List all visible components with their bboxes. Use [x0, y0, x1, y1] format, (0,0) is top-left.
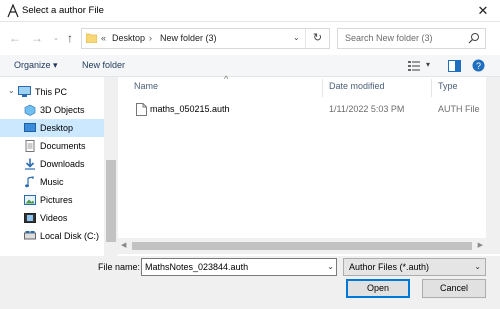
- desktop-icon: [24, 123, 36, 132]
- pictures-icon: [24, 195, 36, 205]
- recent-locations-button[interactable]: ⌄: [49, 31, 63, 45]
- pc-icon: [18, 86, 31, 97]
- refresh-button[interactable]: ↻: [305, 29, 329, 48]
- file-name-value[interactable]: MathsNotes_023844.auth: [145, 262, 248, 272]
- sidebar-item-music[interactable]: Music: [0, 173, 104, 191]
- file-icon: [136, 103, 147, 116]
- sidebar-item-label: Pictures: [40, 195, 73, 205]
- sidebar-item-this-pc[interactable]: ⌄ This PC: [0, 83, 104, 101]
- chevron-down-icon[interactable]: ⌄: [474, 262, 481, 271]
- file-type: AUTH File: [438, 104, 480, 114]
- column-header-name[interactable]: Name: [134, 81, 158, 91]
- file-row[interactable]: maths_050215.auth 1/11/2022 5:03 PM AUTH…: [134, 101, 484, 119]
- sidebar-item-label: Downloads: [40, 159, 85, 169]
- file-name: maths_050215.auth: [150, 104, 230, 114]
- breadcrumb-separator: ›: [149, 33, 152, 43]
- file-type-select[interactable]: Author Files (*.auth) ⌄: [343, 258, 486, 276]
- scroll-left-icon[interactable]: ◀: [121, 241, 126, 249]
- search-placeholder[interactable]: Search New folder (3): [345, 33, 433, 43]
- breadcrumb-overflow[interactable]: «: [101, 33, 106, 43]
- navigation-bar: ← → ⌄ ↑ « Desktop › New folder (3) ⌄ ↻ S…: [0, 22, 500, 55]
- preview-pane-icon[interactable]: [448, 60, 461, 72]
- svg-text:?: ?: [476, 61, 481, 71]
- file-name-field[interactable]: MathsNotes_023844.auth ⌄: [141, 258, 337, 276]
- column-divider[interactable]: [322, 79, 323, 97]
- search-box[interactable]: Search New folder (3): [337, 28, 486, 49]
- column-header-date[interactable]: Date modified: [329, 81, 385, 91]
- view-options-icon[interactable]: [407, 60, 421, 72]
- sidebar-item-label: Desktop: [40, 123, 74, 133]
- sidebar-item-label: Local Disk (C:): [40, 231, 100, 241]
- sidebar-item-label: Music: [40, 177, 64, 187]
- back-arrow-icon: ←: [9, 31, 21, 45]
- vertical-scrollbar[interactable]: [486, 77, 500, 254]
- sidebar-item-3d-objects[interactable]: 3D Objects: [0, 101, 104, 119]
- videos-icon: [24, 213, 36, 223]
- sidebar-item-pictures[interactable]: Pictures: [0, 191, 104, 209]
- forward-arrow-icon: →: [31, 31, 43, 45]
- up-button[interactable]: ↑: [63, 31, 77, 45]
- music-icon: [25, 176, 34, 188]
- app-icon: [7, 4, 19, 18]
- sidebar-item-label: This PC: [35, 87, 68, 97]
- back-button[interactable]: ←: [8, 31, 22, 45]
- caret-down-icon: ▾: [53, 60, 58, 70]
- download-icon: [25, 158, 35, 170]
- scroll-right-icon[interactable]: ▶: [478, 241, 483, 249]
- close-icon: ✕: [477, 3, 489, 18]
- column-divider[interactable]: [431, 79, 432, 97]
- disk-icon: [24, 231, 36, 240]
- file-type-value[interactable]: Author Files (*.auth): [349, 262, 429, 272]
- chevron-down-icon: ⌄: [52, 33, 60, 42]
- address-dropdown-icon[interactable]: ⌄: [293, 33, 303, 42]
- up-arrow-icon: ↑: [67, 31, 73, 45]
- address-bar[interactable]: « Desktop › New folder (3) ⌄ ↻: [81, 28, 330, 49]
- sidebar-item-label: Videos: [40, 213, 68, 223]
- close-button[interactable]: ✕: [466, 0, 500, 22]
- documents-icon: [25, 140, 35, 152]
- sidebar-item-videos[interactable]: Videos: [0, 209, 104, 227]
- chevron-down-icon[interactable]: ⌄: [8, 86, 15, 95]
- breadcrumb-new-folder[interactable]: New folder (3): [160, 33, 217, 43]
- sidebar-item-documents[interactable]: Documents: [0, 137, 104, 155]
- sidebar-item-desktop[interactable]: Desktop: [0, 119, 104, 137]
- breadcrumb-desktop[interactable]: Desktop: [112, 33, 145, 43]
- help-icon[interactable]: ?: [472, 59, 485, 72]
- open-button[interactable]: Open: [346, 279, 410, 298]
- sidebar-item-label: 3D Objects: [40, 105, 85, 115]
- sidebar-item-label: Documents: [40, 141, 86, 151]
- folder-icon: [86, 33, 97, 43]
- chevron-down-icon[interactable]: ⌄: [327, 262, 334, 271]
- horizontal-scrollbar-thumb[interactable]: [132, 242, 472, 250]
- column-header-type[interactable]: Type: [438, 81, 458, 91]
- sort-ascending-icon: ^: [224, 74, 229, 84]
- navigation-pane: ⌄ This PC 3D Objects Desktop Documents D…: [0, 77, 118, 256]
- organize-label: Organize: [14, 60, 51, 70]
- refresh-icon: ↻: [312, 32, 323, 44]
- sidebar-scrollbar-thumb[interactable]: [106, 160, 116, 242]
- title-bar: Select a author File ✕: [0, 0, 500, 22]
- file-name-label: File name:: [98, 262, 141, 272]
- sidebar-item-local-disk[interactable]: Local Disk (C:): [0, 227, 104, 245]
- view-dropdown-icon[interactable]: ▾: [426, 60, 430, 69]
- window-title: Select a author File: [22, 5, 104, 16]
- search-icon: [468, 33, 479, 44]
- organize-button[interactable]: Organize ▾: [14, 60, 58, 71]
- sidebar-item-downloads[interactable]: Downloads: [0, 155, 104, 173]
- cube-icon: [24, 104, 36, 116]
- command-bar: Organize ▾ New folder ▾ ?: [0, 55, 500, 77]
- cancel-button[interactable]: Cancel: [422, 279, 486, 298]
- new-folder-button[interactable]: New folder: [82, 60, 125, 70]
- forward-button[interactable]: →: [30, 31, 44, 45]
- file-date: 1/11/2022 5:03 PM: [329, 104, 405, 114]
